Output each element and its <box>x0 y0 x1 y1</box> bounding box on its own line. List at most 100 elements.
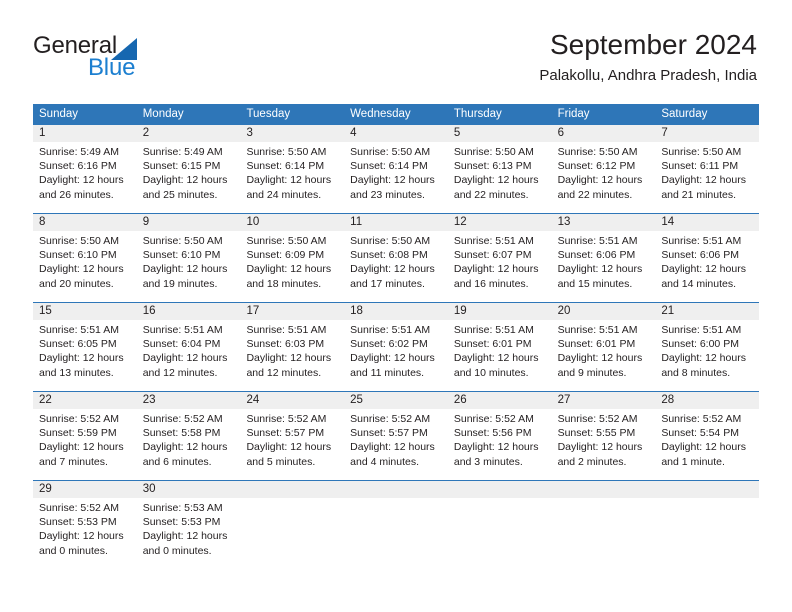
day-number[interactable]: 4 <box>344 125 448 142</box>
day-number[interactable]: 18 <box>344 303 448 320</box>
daylight-text-line1: Daylight: 12 hours <box>246 352 332 365</box>
daylight-text-line2: and 5 minutes. <box>246 455 316 468</box>
day-number[interactable]: 12 <box>448 214 552 231</box>
day-number[interactable]: 5 <box>448 125 552 142</box>
day-cell[interactable]: Sunrise: 5:50 AM Sunset: 6:12 PM Dayligh… <box>552 142 656 213</box>
day-number[interactable]: 23 <box>137 392 241 409</box>
day-number[interactable]: 29 <box>33 481 137 498</box>
sunrise-text: Sunrise: 5:53 AM <box>142 502 223 514</box>
day-number[interactable]: 7 <box>655 125 759 142</box>
sunset-text: Sunset: 6:06 PM <box>557 249 636 262</box>
sunset-text: Sunset: 5:56 PM <box>453 427 532 440</box>
daylight-text-line2: and 15 minutes. <box>557 277 633 290</box>
sunrise-text: Sunrise: 5:50 AM <box>350 235 431 247</box>
sunset-text: Sunset: 5:57 PM <box>350 427 428 440</box>
day-number[interactable]: 8 <box>33 214 137 231</box>
sunset-text: Sunset: 6:01 PM <box>453 338 532 351</box>
sunrise-text: Sunrise: 5:50 AM <box>39 235 119 247</box>
daylight-text-line2: and 24 minutes. <box>246 188 322 201</box>
day-number[interactable]: 1 <box>33 125 137 142</box>
day-number[interactable]: 16 <box>137 303 241 320</box>
sunrise-text: Sunrise: 5:51 AM <box>557 235 638 247</box>
daylight-text-line1: Daylight: 12 hours <box>39 352 124 365</box>
day-cell[interactable]: Sunrise: 5:53 AM Sunset: 5:53 PM Dayligh… <box>137 498 241 569</box>
day-cell[interactable]: Sunrise: 5:52 AM Sunset: 5:54 PM Dayligh… <box>655 409 759 480</box>
sunrise-text: Sunrise: 5:49 AM <box>39 146 119 158</box>
day-cell[interactable]: Sunrise: 5:49 AM Sunset: 6:16 PM Dayligh… <box>33 142 137 213</box>
day-cell[interactable]: Sunrise: 5:51 AM Sunset: 6:06 PM Dayligh… <box>655 231 759 302</box>
daylight-text-line1: Daylight: 12 hours <box>557 174 643 187</box>
day-number[interactable]: 19 <box>448 303 552 320</box>
day-cell[interactable]: Sunrise: 5:50 AM Sunset: 6:14 PM Dayligh… <box>240 142 344 213</box>
day-cell[interactable]: Sunrise: 5:51 AM Sunset: 6:03 PM Dayligh… <box>240 320 344 391</box>
sunrise-text: Sunrise: 5:50 AM <box>246 146 327 158</box>
day-cell[interactable]: Sunrise: 5:51 AM Sunset: 6:07 PM Dayligh… <box>448 231 552 302</box>
day-number[interactable]: 9 <box>137 214 241 231</box>
sunrise-text: Sunrise: 5:50 AM <box>350 146 431 158</box>
day-cell[interactable]: Sunrise: 5:50 AM Sunset: 6:10 PM Dayligh… <box>137 231 241 302</box>
week-date-band: 15 16 17 18 19 20 21 <box>33 303 759 320</box>
day-number[interactable]: 17 <box>240 303 344 320</box>
sunrise-text: Sunrise: 5:50 AM <box>557 146 638 158</box>
daylight-text-line1: Daylight: 12 hours <box>453 352 539 365</box>
day-cell[interactable]: Sunrise: 5:49 AM Sunset: 6:15 PM Dayligh… <box>137 142 241 213</box>
day-cell[interactable]: Sunrise: 5:52 AM Sunset: 5:57 PM Dayligh… <box>344 409 448 480</box>
day-cell[interactable]: Sunrise: 5:52 AM Sunset: 5:57 PM Dayligh… <box>240 409 344 480</box>
sunrise-text: Sunrise: 5:50 AM <box>246 235 327 247</box>
daylight-text-line1: Daylight: 12 hours <box>661 263 746 276</box>
day-number[interactable]: 6 <box>552 125 656 142</box>
daylight-text-line1: Daylight: 12 hours <box>350 263 435 276</box>
day-number[interactable]: 22 <box>33 392 137 409</box>
sunrise-text: Sunrise: 5:49 AM <box>142 146 223 158</box>
day-cell[interactable]: Sunrise: 5:52 AM Sunset: 5:55 PM Dayligh… <box>552 409 656 480</box>
day-cell[interactable]: Sunrise: 5:51 AM Sunset: 6:01 PM Dayligh… <box>552 320 656 391</box>
day-cell[interactable]: Sunrise: 5:51 AM Sunset: 6:02 PM Dayligh… <box>344 320 448 391</box>
day-number[interactable]: 20 <box>552 303 656 320</box>
day-number[interactable]: 30 <box>137 481 241 498</box>
day-cell[interactable]: Sunrise: 5:52 AM Sunset: 5:59 PM Dayligh… <box>33 409 137 480</box>
day-number[interactable]: 27 <box>552 392 656 409</box>
day-number[interactable]: 26 <box>448 392 552 409</box>
sunset-text: Sunset: 6:12 PM <box>557 160 636 173</box>
day-number[interactable]: 13 <box>552 214 656 231</box>
daylight-text-line2: and 21 minutes. <box>661 188 737 201</box>
day-cell-empty <box>655 498 759 569</box>
day-number[interactable]: 10 <box>240 214 344 231</box>
day-cell[interactable]: Sunrise: 5:50 AM Sunset: 6:14 PM Dayligh… <box>344 142 448 213</box>
week-row: 15 16 17 18 19 20 21 Sunrise: 5:51 AM Su… <box>33 302 759 391</box>
day-cell[interactable]: Sunrise: 5:52 AM Sunset: 5:58 PM Dayligh… <box>137 409 241 480</box>
day-cell[interactable]: Sunrise: 5:50 AM Sunset: 6:08 PM Dayligh… <box>344 231 448 302</box>
day-number[interactable]: 28 <box>655 392 759 409</box>
sunset-text: Sunset: 6:01 PM <box>557 338 636 351</box>
sunrise-text: Sunrise: 5:51 AM <box>661 235 742 247</box>
sunset-text: Sunset: 5:58 PM <box>142 427 221 440</box>
day-number[interactable]: 21 <box>655 303 759 320</box>
day-cell[interactable]: Sunrise: 5:50 AM Sunset: 6:10 PM Dayligh… <box>33 231 137 302</box>
daylight-text-line1: Daylight: 12 hours <box>661 174 746 187</box>
day-cell[interactable]: Sunrise: 5:51 AM Sunset: 6:00 PM Dayligh… <box>655 320 759 391</box>
day-cell[interactable]: Sunrise: 5:50 AM Sunset: 6:09 PM Dayligh… <box>240 231 344 302</box>
day-number[interactable]: 3 <box>240 125 344 142</box>
day-cell[interactable]: Sunrise: 5:50 AM Sunset: 6:11 PM Dayligh… <box>655 142 759 213</box>
daylight-text-line1: Daylight: 12 hours <box>453 174 539 187</box>
day-cell[interactable]: Sunrise: 5:51 AM Sunset: 6:05 PM Dayligh… <box>33 320 137 391</box>
week-row: 1 2 3 4 5 6 7 Sunrise: 5:49 AM Sunset: 6… <box>33 125 759 213</box>
day-number[interactable]: 11 <box>344 214 448 231</box>
day-cell[interactable]: Sunrise: 5:51 AM Sunset: 6:01 PM Dayligh… <box>448 320 552 391</box>
weekday-header-tuesday: Tuesday <box>246 108 291 120</box>
day-number[interactable]: 25 <box>344 392 448 409</box>
day-cell[interactable]: Sunrise: 5:51 AM Sunset: 6:04 PM Dayligh… <box>137 320 241 391</box>
day-cell[interactable]: Sunrise: 5:52 AM Sunset: 5:53 PM Dayligh… <box>33 498 137 569</box>
day-number[interactable]: 14 <box>655 214 759 231</box>
day-cell[interactable]: Sunrise: 5:51 AM Sunset: 6:06 PM Dayligh… <box>552 231 656 302</box>
week-row: 29 30 Sunrise: 5:52 AM Sunset: 5:53 PM D… <box>33 480 759 569</box>
week-details-row: Sunrise: 5:52 AM Sunset: 5:59 PM Dayligh… <box>33 409 759 480</box>
day-cell[interactable]: Sunrise: 5:52 AM Sunset: 5:56 PM Dayligh… <box>448 409 552 480</box>
day-number[interactable]: 2 <box>137 125 241 142</box>
generalblue-logo[interactable]: General Blue <box>33 33 193 81</box>
day-number[interactable]: 24 <box>240 392 344 409</box>
daylight-text-line2: and 0 minutes. <box>142 544 212 557</box>
day-cell[interactable]: Sunrise: 5:50 AM Sunset: 6:13 PM Dayligh… <box>448 142 552 213</box>
weekday-header-row: Sunday Monday Tuesday Wednesday Thursday… <box>33 104 759 125</box>
day-number[interactable]: 15 <box>33 303 137 320</box>
